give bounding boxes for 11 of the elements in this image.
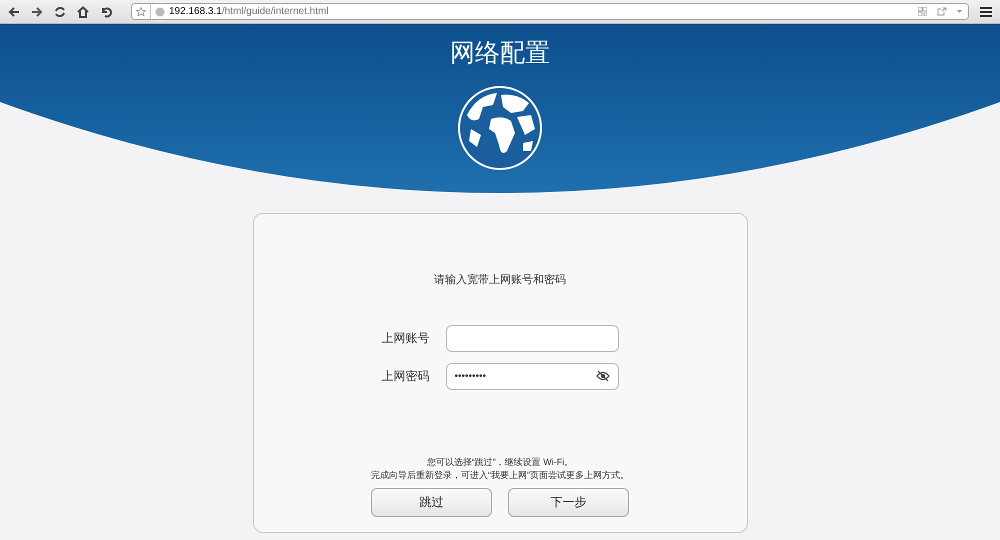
- next-button[interactable]: 下一步: [508, 488, 629, 517]
- skip-button[interactable]: 跳过: [371, 488, 492, 517]
- field-label: 上网账号: [382, 330, 430, 348]
- hint-text: 您可以选择“跳过”，继续设置 Wi-Fi。: [426, 456, 574, 469]
- url-text: 192.168.3.1/html/guide/internet.html: [169, 5, 329, 19]
- page-title: 网络配置: [450, 38, 550, 69]
- password-field[interactable]: •••••••••: [446, 362, 618, 390]
- form-prompt: 请输入宽带上网账号和密码: [434, 272, 566, 288]
- field-label: 上网密码: [382, 368, 430, 386]
- hint-text: 完成向导后重新登录，可进入“我要上网”页面尝试更多上网方式。: [371, 468, 629, 482]
- address-bar[interactable]: 192.168.3.1/html/guide/internet.html: [131, 3, 969, 20]
